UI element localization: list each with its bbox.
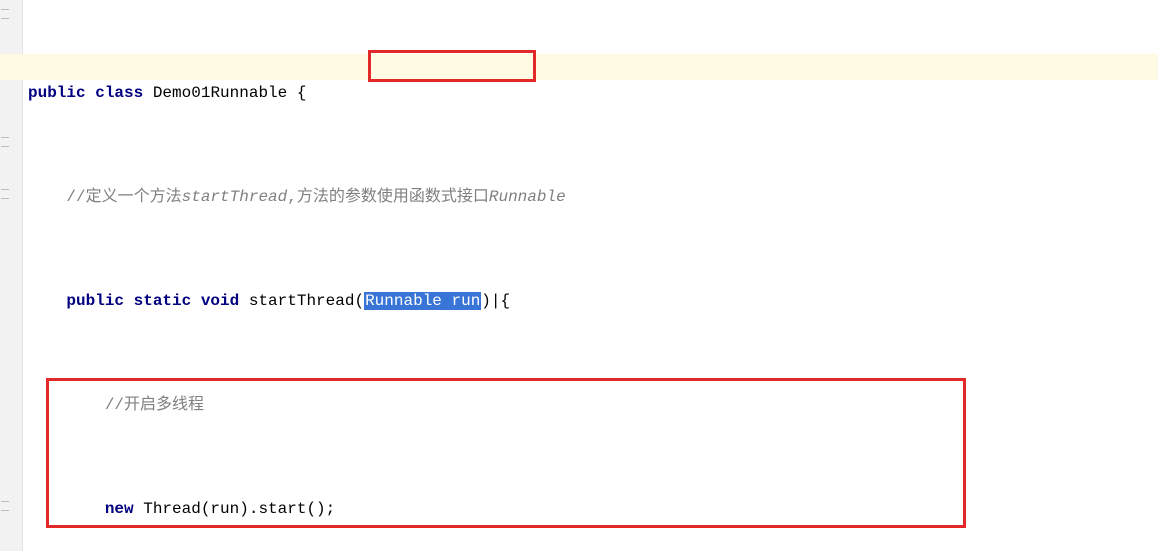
fold-mark [1,501,9,511]
comment-emph: Runnable [489,188,566,206]
code-comment: //定义一个方法startThread,方法的参数使用函数式接口Runnable [28,184,1158,210]
comment-text: //开启多线程 [105,396,204,414]
method-name: startThread [249,292,355,310]
comment-emph: startThread [182,188,288,206]
indent [28,500,105,518]
fold-mark [1,137,9,147]
code-line: new Thread(run).start(); [28,496,1158,522]
paren: ) [481,292,491,310]
fold-mark [1,189,9,199]
comment-text: //定义一个方法 [66,188,181,206]
code-area[interactable]: public class Demo01Runnable { //定义一个方法st… [22,0,1158,551]
indent [28,396,105,414]
paren: ( [354,292,364,310]
code-line: public class Demo01Runnable { [28,80,1158,106]
code-comment: //开启多线程 [28,392,1158,418]
code-editor: public class Demo01Runnable { //定义一个方法st… [0,0,1158,551]
editor-gutter [0,0,23,551]
keyword: new [105,500,143,518]
indent [28,188,66,206]
selected-text[interactable]: Runnable run [364,292,481,310]
keyword: public class [28,84,153,102]
code-line-highlighted: public static void startThread(Runnable … [28,288,1158,314]
indent [28,292,66,310]
fold-mark [1,9,9,19]
brace: { [501,292,511,310]
code-text: Thread(run).start(); [143,500,335,518]
caret-icon: | [491,288,501,314]
code-text: Demo01Runnable { [153,84,307,102]
keyword: public static void [66,292,248,310]
comment-text: ,方法的参数使用函数式接口 [287,188,489,206]
